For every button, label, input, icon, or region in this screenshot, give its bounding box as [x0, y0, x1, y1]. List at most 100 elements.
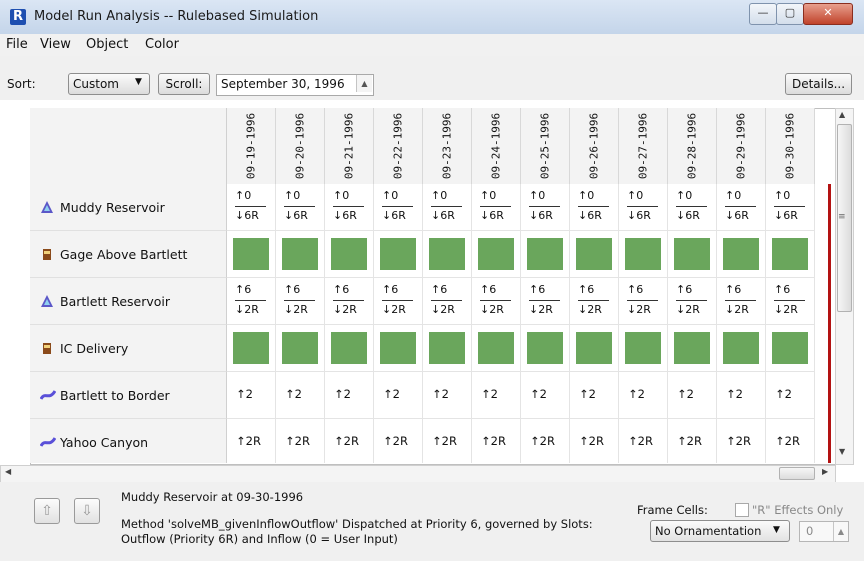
grid-cell[interactable] [717, 325, 766, 372]
row-header-ic-delivery[interactable]: IC Delivery [30, 325, 227, 372]
grid-cell[interactable]: ↑0 ↓6R [374, 184, 423, 231]
grid-cell[interactable]: ↑6 ↓2R [668, 278, 717, 325]
grid-cell[interactable]: ↑0 ↓6R [227, 184, 276, 231]
scroll-down-arrow-icon[interactable]: ▼ [839, 447, 845, 456]
grid-cell[interactable]: ↑6 ↓2R [766, 278, 815, 325]
date-column-header[interactable]: 09-27-1996 [619, 108, 668, 185]
grid-cell[interactable]: ↑6 ↓2R [423, 278, 472, 325]
date-spinner[interactable]: ▲ [356, 75, 372, 92]
grid-cell[interactable] [423, 325, 472, 372]
row-header-gage-above-bartlett[interactable]: Gage Above Bartlett [30, 231, 227, 278]
grid-cell[interactable] [521, 231, 570, 278]
menu-object[interactable]: Object [86, 37, 128, 52]
grid-cell[interactable]: ↑2 [766, 372, 815, 419]
grid-cell[interactable] [521, 325, 570, 372]
grid-cell[interactable]: ↑0 ↓6R [766, 184, 815, 231]
date-column-header[interactable]: 09-30-1996 [766, 108, 815, 185]
grid-cell[interactable]: ↑6 ↓2R [570, 278, 619, 325]
close-button[interactable]: ✕ [803, 3, 853, 25]
grid-cell[interactable] [619, 231, 668, 278]
grid-cell[interactable] [668, 325, 717, 372]
grid-cell[interactable] [766, 231, 815, 278]
grid-cell[interactable] [668, 231, 717, 278]
grid-cell[interactable]: ↑2R [521, 419, 570, 463]
grid-cell[interactable] [276, 231, 325, 278]
grid-cell[interactable]: ↑0 ↓6R [619, 184, 668, 231]
grid-cell[interactable] [374, 231, 423, 278]
grid-cell[interactable]: ↑2 [227, 372, 276, 419]
grid-cell[interactable]: ↑0 ↓6R [325, 184, 374, 231]
date-column-header[interactable]: 09-22-1996 [374, 108, 423, 185]
number-spinner-icon[interactable]: ▲ [833, 522, 848, 541]
grid-cell[interactable]: ↑0 ↓6R [472, 184, 521, 231]
menu-color[interactable]: Color [145, 37, 179, 52]
grid-cell[interactable]: ↑2R [668, 419, 717, 463]
grid-cell[interactable]: ↑0 ↓6R [717, 184, 766, 231]
grid-cell[interactable]: ↑2 [717, 372, 766, 419]
grid-cell[interactable]: ↑2R [227, 419, 276, 463]
grid-cell[interactable]: ↑0 ↓6R [668, 184, 717, 231]
grid-cell[interactable]: ↑6 ↓2R [325, 278, 374, 325]
grid-cell[interactable]: ↑6 ↓2R [276, 278, 325, 325]
date-column-header[interactable]: 09-26-1996 [570, 108, 619, 185]
date-column-header[interactable]: 09-23-1996 [423, 108, 472, 185]
grid-cell[interactable]: ↑0 ↓6R [423, 184, 472, 231]
grid-cell[interactable]: ↑6 ↓2R [521, 278, 570, 325]
grid-cell[interactable]: ↑2R [276, 419, 325, 463]
scroll-right-arrow-icon[interactable]: ▶ [822, 467, 828, 476]
grid-cell[interactable]: ↑2 [619, 372, 668, 419]
grid-cell[interactable]: ↑2R [570, 419, 619, 463]
grid-cell[interactable] [472, 325, 521, 372]
grid-cell[interactable]: ↑2R [472, 419, 521, 463]
details-button[interactable]: Details... [785, 73, 852, 95]
number-field[interactable]: 0 ▲ [799, 521, 849, 542]
date-column-header[interactable]: 09-29-1996 [717, 108, 766, 185]
grid-cell[interactable]: ↑2R [766, 419, 815, 463]
grid-cell[interactable] [325, 231, 374, 278]
date-column-header[interactable]: 09-28-1996 [668, 108, 717, 185]
grid-cell[interactable]: ↑0 ↓6R [570, 184, 619, 231]
grid-cell[interactable]: ↑2 [570, 372, 619, 419]
grid-cell[interactable] [276, 325, 325, 372]
date-column-header[interactable]: 09-24-1996 [472, 108, 521, 185]
horizontal-scroll-thumb[interactable] [779, 467, 815, 480]
minimize-button[interactable]: — [749, 3, 777, 25]
sort-select[interactable]: Custom ▼ [68, 73, 150, 95]
grid-cell[interactable]: ↑2R [325, 419, 374, 463]
date-column-header[interactable]: 09-19-1996 [227, 108, 276, 185]
row-header-muddy-reservoir[interactable]: Muddy Reservoir [30, 184, 227, 231]
grid-cell[interactable]: ↑0 ↓6R [521, 184, 570, 231]
row-header-yahoo-canyon[interactable]: Yahoo Canyon [30, 419, 227, 463]
maximize-button[interactable]: ▢ [776, 3, 804, 25]
grid-cell[interactable] [717, 231, 766, 278]
row-header-bartlett-reservoir[interactable]: Bartlett Reservoir [30, 278, 227, 325]
grid-cell[interactable]: ↑6 ↓2R [374, 278, 423, 325]
ornamentation-select[interactable]: No Ornamentation ▼ [650, 520, 790, 542]
grid-cell[interactable]: ↑2R [423, 419, 472, 463]
grid-cell[interactable] [766, 325, 815, 372]
grid-cell[interactable] [570, 325, 619, 372]
grid-cell[interactable]: ↑2R [717, 419, 766, 463]
grid-cell[interactable]: ↑0 ↓6R [276, 184, 325, 231]
grid-cell[interactable]: ↑2 [374, 372, 423, 419]
row-header-bartlett-to-border[interactable]: Bartlett to Border [30, 372, 227, 419]
scroll-button[interactable]: Scroll: [158, 73, 210, 95]
grid-cell[interactable] [423, 231, 472, 278]
grid-cell[interactable] [227, 231, 276, 278]
grid-cell[interactable]: ↑2 [521, 372, 570, 419]
grid-cell[interactable]: ↑6 ↓2R [472, 278, 521, 325]
grid-cell[interactable]: ↑2 [325, 372, 374, 419]
grid-cell[interactable] [619, 325, 668, 372]
grid-cell[interactable]: ↑6 ↓2R [227, 278, 276, 325]
grid-cell[interactable]: ↑2R [374, 419, 423, 463]
date-column-header[interactable]: 09-21-1996 [325, 108, 374, 185]
grid-cell[interactable] [472, 231, 521, 278]
grid-cell[interactable]: ↑6 ↓2R [717, 278, 766, 325]
scroll-up-arrow-icon[interactable]: ▲ [839, 110, 845, 119]
grid-cell[interactable] [570, 231, 619, 278]
scroll-left-arrow-icon[interactable]: ◀ [5, 467, 11, 476]
horizontal-scrollbar[interactable] [0, 465, 836, 483]
r-effects-checkbox[interactable] [735, 503, 749, 517]
grid-cell[interactable]: ↑2 [276, 372, 325, 419]
date-column-header[interactable]: 09-25-1996 [521, 108, 570, 185]
